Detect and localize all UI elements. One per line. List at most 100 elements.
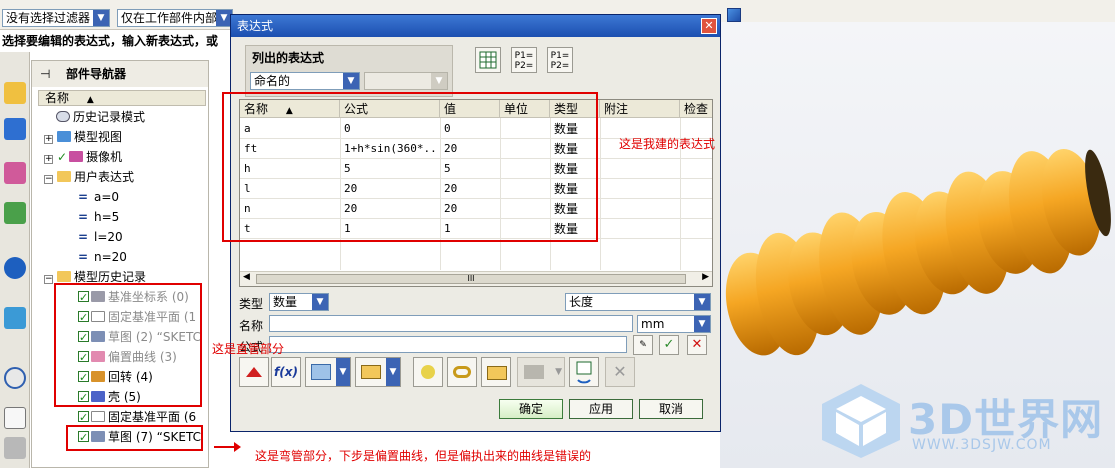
scroll-right-icon[interactable]: ▶ — [702, 272, 709, 282]
expand-icon[interactable]: + — [44, 155, 53, 164]
nav-item-label: h=5 — [94, 210, 120, 224]
chevron-down-icon[interactable]: ▼ — [312, 294, 328, 310]
listed-expressions-title: 列出的表达式 — [252, 51, 325, 65]
nav-feature-datum-plane-6[interactable]: 固定基准平面 (6 — [78, 407, 196, 428]
p1-p2-icon[interactable]: P1= P2= — [511, 47, 537, 73]
functions-button[interactable]: f(x) — [271, 357, 301, 387]
horizontal-scrollbar[interactable]: ◀ III ▶ — [240, 271, 712, 286]
column-divider — [600, 118, 601, 270]
nav-item-label: l=20 — [94, 230, 123, 244]
refresh-table-button[interactable] — [569, 357, 599, 387]
chevron-down-icon[interactable]: ▼ — [93, 10, 109, 26]
system-materials-icon[interactable] — [4, 407, 26, 429]
chevron-down-icon[interactable]: ▼ — [694, 294, 710, 310]
checkbox-icon[interactable] — [78, 408, 89, 428]
watermark-url: WWW.3DSJW.COM — [912, 437, 1052, 453]
import-button[interactable] — [481, 357, 511, 387]
cue-line: 选择要编辑的表达式，输入新表达式，或 — [0, 30, 240, 52]
chevron-down-icon[interactable]: ▼ — [694, 316, 710, 332]
type-combo[interactable]: 数量 ▼ — [269, 293, 329, 311]
selection-filter-value: 没有选择过滤器 — [6, 11, 91, 25]
expression-icon: = — [78, 190, 89, 204]
close-icon[interactable]: ✕ — [701, 18, 717, 34]
web-browser-icon[interactable] — [4, 257, 26, 279]
measure-button[interactable]: ▼ — [305, 357, 351, 387]
create-interpart-button[interactable] — [413, 357, 443, 387]
nav-item-expression-l[interactable]: = l=20 — [78, 227, 123, 247]
nav-item-history-mode[interactable]: 历史记录模式 — [56, 107, 145, 127]
constraint-navigator-icon[interactable] — [4, 118, 26, 140]
folder-open-icon — [487, 366, 507, 380]
roles-icon[interactable] — [4, 437, 26, 459]
type-value: 数量 — [273, 295, 298, 309]
nav-item-label: 历史记录模式 — [73, 110, 146, 124]
expand-icon[interactable]: + — [44, 135, 53, 144]
collapse-icon[interactable]: − — [44, 275, 53, 284]
nav-item-label: 用户表达式 — [74, 170, 135, 184]
nav-item-label: 摄像机 — [86, 150, 123, 164]
name-input[interactable] — [269, 315, 633, 332]
ok-button[interactable]: 确定 — [499, 399, 563, 419]
dimension-combo[interactable]: 长度 ▼ — [565, 293, 711, 311]
nav-item-expression-n[interactable]: = n=20 — [78, 247, 127, 267]
p1-p2-label: P1= P2= — [550, 51, 570, 71]
col-note[interactable]: 附注 — [600, 100, 680, 118]
chevron-down-icon[interactable]: ▼ — [336, 358, 350, 386]
nav-item-expression-h[interactable]: = h=5 — [78, 207, 119, 227]
collapse-icon[interactable]: − — [44, 175, 53, 184]
chevron-down-icon[interactable]: ▼ — [386, 358, 400, 386]
scope-combo[interactable]: 仅在工作部件内部 ▼ — [117, 9, 233, 27]
units-combo[interactable]: mm ▼ — [637, 315, 711, 333]
name-label: 名称 — [239, 319, 264, 333]
sort-ascending-icon[interactable]: ▲ — [87, 95, 94, 105]
clear-icon: ✕ — [605, 357, 635, 387]
annotation-bend-note: 这是弯管部分，下步是偏置曲线，但是偏执出来的曲线是错误的 — [255, 449, 592, 463]
dimension-value: 长度 — [569, 295, 594, 309]
nav-item-model-views[interactable]: + 模型视图 — [44, 127, 122, 147]
nav-item-user-expressions[interactable]: − 用户表达式 — [44, 167, 134, 187]
link-expression-button[interactable] — [447, 357, 477, 387]
nav-item-expression-a[interactable]: = a=0 — [78, 187, 119, 207]
dialog-title: 表达式 — [237, 19, 274, 33]
palette-icon[interactable] — [4, 307, 26, 329]
navigator-column-header[interactable]: 名称 ▲ — [38, 90, 206, 106]
p1-p2-arrow-icon[interactable]: P1= P2= — [547, 47, 573, 73]
chevron-down-icon: ▼ — [431, 73, 447, 89]
col-check[interactable]: 检查 — [680, 100, 712, 118]
chevron-down-icon[interactable]: ▼ — [343, 73, 359, 89]
accept-edit-icon[interactable]: ✓ — [659, 335, 679, 355]
fx-label: f(x) — [274, 365, 298, 379]
column-name-label: 名称 — [45, 91, 70, 105]
listed-filter-combo[interactable]: 命名的 ▼ — [250, 72, 360, 90]
spreadsheet-icon[interactable] — [475, 47, 501, 73]
pin-icon[interactable]: ⊣ — [40, 67, 50, 81]
reject-edit-icon[interactable]: ✕ — [687, 335, 707, 355]
nav-item-cameras[interactable]: + ✓ 摄像机 — [44, 147, 122, 167]
reuse-library-icon[interactable] — [4, 202, 26, 224]
annotation-my-expressions: 这是我建的表达式 — [619, 137, 716, 151]
nav-item-label: n=20 — [94, 250, 127, 264]
dialog-titlebar[interactable]: 表达式 — [231, 15, 720, 37]
edit-formula-icon[interactable]: ✎ — [633, 335, 653, 355]
navigator-title: 部件导航器 — [32, 61, 208, 87]
scope-value: 仅在工作部件内部 — [121, 11, 218, 25]
condition-icon — [361, 365, 381, 379]
assembly-navigator-icon[interactable] — [4, 82, 26, 104]
scroll-left-icon[interactable]: ◀ — [243, 272, 250, 282]
resource-bar — [0, 52, 30, 468]
apply-button[interactable]: 应用 — [569, 399, 633, 419]
listed-expressions-group: 列出的表达式 命名的 ▼ ▼ — [245, 45, 453, 97]
cancel-button[interactable]: 取消 — [639, 399, 703, 419]
formula-input[interactable] — [269, 336, 627, 353]
delete-expression-button[interactable] — [239, 357, 269, 387]
part-navigator-icon[interactable] — [4, 162, 26, 184]
folder-open-icon — [57, 171, 71, 182]
conditional-button[interactable]: ▼ — [355, 357, 401, 387]
cube-view-icon[interactable] — [727, 8, 741, 22]
clock-icon — [56, 111, 70, 122]
arrow-right-icon — [214, 442, 241, 452]
selection-filter-combo[interactable]: 没有选择过滤器 ▼ — [2, 9, 110, 27]
expression-icon: = — [78, 230, 89, 244]
history-clock-icon[interactable] — [4, 367, 26, 389]
scroll-thumb[interactable]: III — [256, 274, 686, 284]
